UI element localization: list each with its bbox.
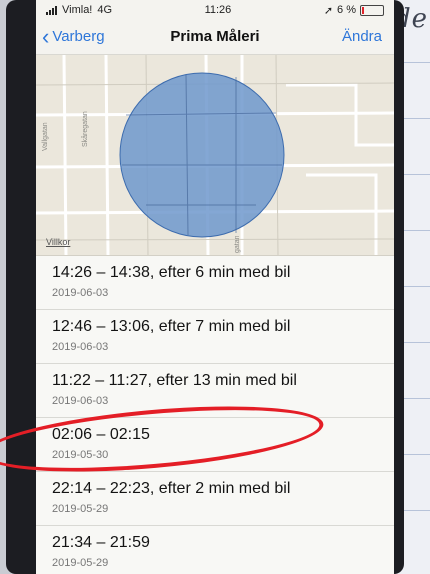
battery-icon bbox=[360, 4, 384, 16]
street-label: Vallgatan bbox=[42, 122, 49, 151]
trip-date: 2019-06-03 bbox=[52, 395, 109, 407]
street-label: gatan bbox=[234, 235, 241, 253]
list-item[interactable]: 14:26 – 14:38, efter 6 min med bil 2019-… bbox=[36, 256, 394, 310]
location-icon: ➚ bbox=[323, 4, 334, 17]
phone-screen: Vimla! 4G 11:26 ➚ 6 % ‹ Varberg Prima Må… bbox=[36, 0, 394, 574]
trip-date: 2019-06-03 bbox=[52, 341, 109, 353]
trip-date: 2019-05-29 bbox=[52, 557, 109, 569]
edit-button[interactable]: Ändra bbox=[342, 28, 382, 45]
trip-date: 2019-06-03 bbox=[52, 287, 109, 299]
trip-time: 11:22 – 11:27, efter 13 min med bil bbox=[52, 372, 297, 389]
clock: 11:26 bbox=[204, 4, 232, 16]
list-item[interactable]: 21:34 – 21:59 2019-05-29 bbox=[36, 526, 394, 574]
map-view[interactable]: Vallgatan Skåregatan gatan Villkor bbox=[36, 55, 394, 256]
trip-date: 2019-05-29 bbox=[52, 503, 109, 515]
street-label: Skåregatan bbox=[82, 111, 89, 147]
signal-icon bbox=[46, 5, 57, 15]
battery-percent: 6 % bbox=[337, 4, 356, 16]
status-bar: Vimla! 4G 11:26 ➚ 6 % bbox=[36, 0, 394, 20]
navigation-bar: ‹ Varberg Prima Måleri Ändra bbox=[36, 20, 394, 55]
page-title: Prima Måleri bbox=[170, 28, 260, 45]
map-region-circle bbox=[119, 72, 285, 238]
network-label: 4G bbox=[97, 4, 113, 16]
phone: Vimla! 4G 11:26 ➚ 6 % ‹ Varberg Prima Må… bbox=[6, 0, 404, 574]
carrier-label: Vimla! bbox=[62, 4, 93, 16]
trip-time: 12:46 – 13:06, efter 7 min med bil bbox=[52, 318, 291, 335]
trip-time: 21:34 – 21:59 bbox=[52, 534, 150, 551]
list-item[interactable]: 12:46 – 13:06, efter 7 min med bil 2019-… bbox=[36, 310, 394, 364]
trip-time: 14:26 – 14:38, efter 6 min med bil bbox=[52, 264, 291, 281]
terms-link[interactable]: Villkor bbox=[46, 237, 70, 247]
list-item[interactable]: 22:14 – 22:23, efter 2 min med bil 2019-… bbox=[36, 472, 394, 526]
trip-time: 22:14 – 22:23, efter 2 min med bil bbox=[52, 480, 291, 497]
map-streets bbox=[36, 55, 394, 255]
